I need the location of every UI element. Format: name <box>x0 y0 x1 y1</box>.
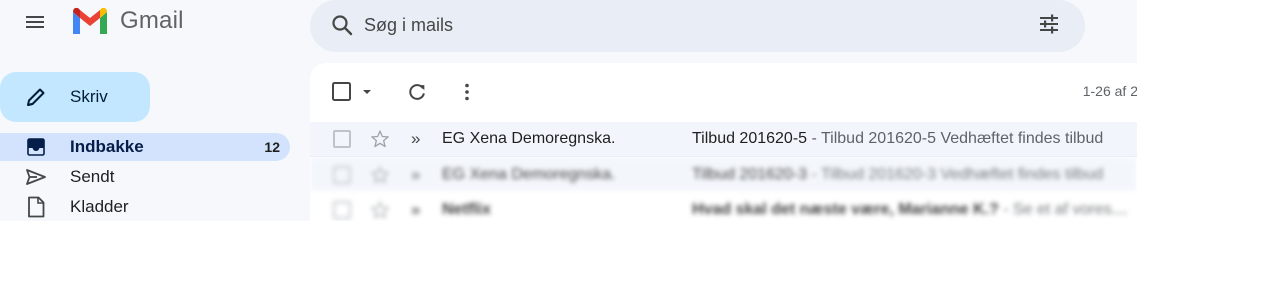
email-sender: EG Xena Demoregnska. <box>442 130 616 147</box>
more-options-button[interactable] <box>451 76 483 108</box>
email-sender: Netflix <box>442 200 491 218</box>
row-checkbox[interactable] <box>333 130 351 148</box>
email-subject: Hvad skal det næste være, Marianne K.? <box>692 200 999 218</box>
refresh-button[interactable] <box>401 76 433 108</box>
email-message: Hvad skal det næste være, Marianne K.? -… <box>692 201 1132 219</box>
search-icon <box>332 15 353 36</box>
email-subject: Tilbud 201620-5 <box>692 130 808 147</box>
email-row[interactable]: » EG Xena Demoregnska. Tilbud 201620-5 -… <box>310 122 1137 157</box>
importance-marker-icon[interactable]: » <box>411 200 420 220</box>
email-snippet: - Se et af vores forslag <box>1003 200 1132 218</box>
email-snippet: - Tilbud 201620-5 Vedhæftet findes tilbu… <box>807 130 1104 147</box>
refresh-icon <box>409 84 425 100</box>
sidebar-item-label: Indbakke <box>70 137 144 156</box>
mail-toolbar: 1-26 af 2 <box>310 63 1137 121</box>
sidebar-item-sent[interactable]: Sendt <box>0 163 290 191</box>
star-icon[interactable] <box>369 164 391 186</box>
star-icon[interactable] <box>369 128 391 150</box>
gmail-logo-text: Gmail <box>120 7 184 34</box>
row-checkbox[interactable] <box>333 200 351 219</box>
compose-label: Skriv <box>70 87 108 106</box>
search-options-button[interactable] <box>1033 8 1065 40</box>
search-input[interactable] <box>364 10 984 40</box>
gmail-logo[interactable]: Gmail <box>70 6 184 36</box>
email-sender: EG Xena Demoregnska. <box>442 165 616 183</box>
row-checkbox[interactable] <box>333 165 351 184</box>
sidebar-item-inbox[interactable]: Indbakke 12 <box>0 133 290 161</box>
search-button[interactable] <box>326 9 358 41</box>
main-menu-button[interactable] <box>15 2 55 42</box>
importance-marker-icon[interactable]: » <box>411 129 420 149</box>
send-icon <box>24 165 48 189</box>
draft-icon <box>24 195 48 219</box>
email-subject: Tilbud 201620-3 <box>692 165 808 183</box>
more-vert-icon <box>465 83 469 101</box>
inbox-icon <box>24 135 48 159</box>
tune-icon <box>1040 14 1058 34</box>
importance-marker-icon[interactable]: » <box>411 165 420 185</box>
email-message: Tilbud 201620-3 - Tilbud 201620-3 Vedhæf… <box>692 166 1132 184</box>
gmail-logo-icon <box>73 7 107 34</box>
search-bar[interactable] <box>310 0 1085 52</box>
checkbox-icon <box>332 82 371 101</box>
email-row[interactable]: » EG Xena Demoregnska. Tilbud 201620-3 -… <box>310 157 1137 192</box>
pagination-text: 1-26 af 2 <box>1082 83 1137 99</box>
sidebar-item-drafts[interactable]: Kladder <box>0 193 290 221</box>
mail-list-panel: 1-26 af 2 » EG Xena Demoregnska. Tilbud … <box>310 63 1137 221</box>
email-message: Tilbud 201620-5 - Tilbud 201620-5 Vedhæf… <box>692 130 1132 148</box>
select-all-checkbox[interactable] <box>328 76 376 108</box>
unread-count-badge: 12 <box>264 139 280 155</box>
sidebar-item-label: Kladder <box>70 197 129 216</box>
star-icon[interactable] <box>369 199 391 221</box>
menu-icon <box>26 16 44 28</box>
email-row[interactable]: » Netflix Hvad skal det næste være, Mari… <box>310 192 1137 221</box>
sidebar-item-label: Sendt <box>70 167 115 186</box>
compose-button[interactable]: Skriv <box>0 72 150 122</box>
pencil-icon <box>27 88 45 106</box>
gmail-app: Gmail Skriv <box>0 0 1137 221</box>
email-snippet: - Tilbud 201620-3 Vedhæftet findes tilbu… <box>807 165 1104 183</box>
